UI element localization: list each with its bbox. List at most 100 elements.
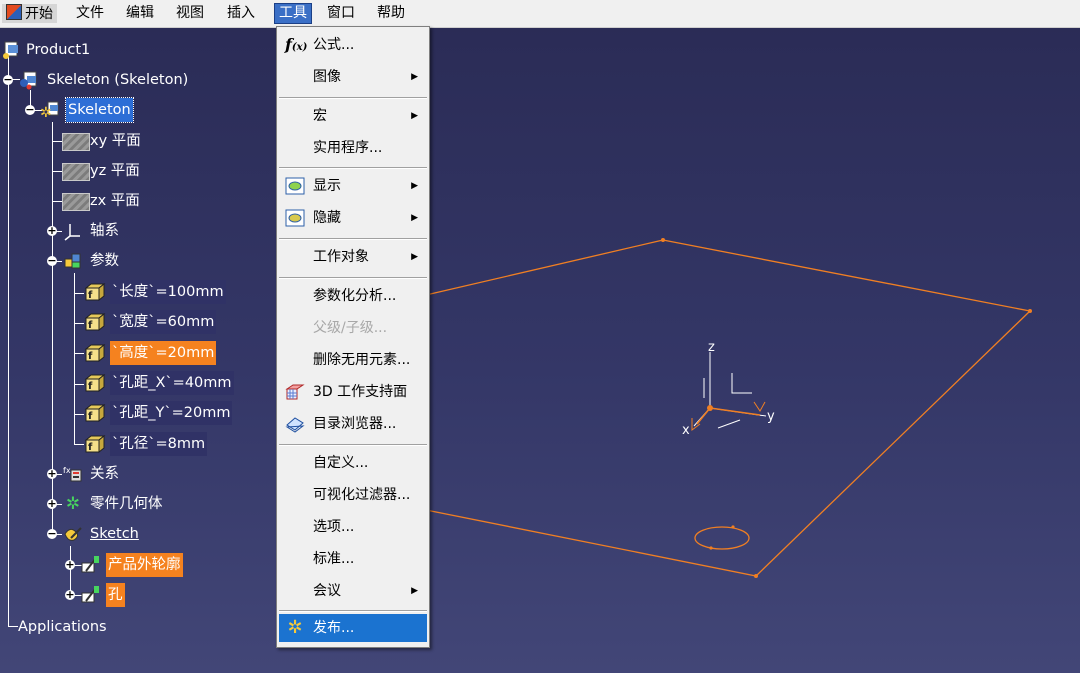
svg-text:✲: ✲ [40, 105, 52, 120]
svg-text:f: f [88, 442, 93, 453]
menu-item-standards[interactable]: 标准... [279, 545, 427, 573]
menu-item-catalog-browser[interactable]: 目录浏览器... [279, 410, 427, 438]
param-height-label: `高度`=20mm [110, 341, 217, 365]
param-hole-x-label: `孔距_X`=40mm [110, 371, 234, 395]
sketch-label: Sketch [90, 526, 139, 542]
publish-gear-icon: ✲ [287, 617, 303, 638]
menu-item-formula[interactable]: f(x) 公式... [279, 31, 427, 59]
hole-label: 孔 [106, 583, 125, 607]
collapse-toggle[interactable]: − [47, 255, 57, 266]
expand-toggle[interactable]: + [65, 589, 75, 600]
parameters-label: 参数 [90, 253, 119, 269]
menu-item-delete-useless[interactable]: 删除无用元素... [279, 346, 427, 374]
parameter-box-icon: f [84, 343, 106, 363]
parameter-box-icon: f [84, 312, 106, 332]
axis-z-label: z [708, 340, 715, 355]
product-outline-label: 产品外轮廓 [106, 553, 183, 577]
menu-bar: 开始 文件 编辑 视图 插入 工具 窗口 帮助 [0, 0, 1080, 28]
plane-icon [62, 133, 90, 151]
hide-icon [285, 209, 305, 227]
submenu-arrow-icon: ▶ [411, 252, 418, 262]
menu-item-work-object[interactable]: 工作对象 ▶ [279, 243, 427, 271]
axis-y-label: y [767, 409, 775, 424]
menu-item-visual-filter[interactable]: 可视化过滤器... [279, 481, 427, 509]
svg-text:f: f [88, 381, 93, 392]
applications-label: Applications [18, 619, 107, 635]
menu-view[interactable]: 视图 [172, 4, 208, 23]
menu-item-macro[interactable]: 宏 ▶ [279, 102, 427, 130]
start-logo-icon [6, 4, 22, 20]
collapse-toggle[interactable]: − [3, 74, 13, 85]
svg-text:f: f [88, 411, 93, 422]
parameter-box-icon: f [84, 434, 106, 454]
expand-toggle[interactable]: + [47, 225, 57, 236]
grid-icon [285, 384, 305, 400]
relations-icon: fx [63, 466, 82, 482]
menu-item-publish[interactable]: ✲ 发布... [279, 614, 427, 642]
specification-tree[interactable]: Product1 − Skeleton (Skeleton) − ✲ Skele… [0, 28, 280, 668]
outline-edge-hidden [425, 239, 664, 296]
submenu-arrow-icon: ▶ [411, 72, 418, 82]
expand-toggle[interactable]: + [47, 468, 57, 479]
menu-item-param-analysis[interactable]: 参数化分析... [279, 282, 427, 310]
axis-system-label: 轴系 [90, 223, 119, 239]
yz-plane-label: yz 平面 [90, 163, 140, 179]
sketch-icon [64, 527, 82, 541]
product-icon [3, 41, 18, 59]
submenu-arrow-icon: ▶ [411, 213, 418, 223]
parameter-box-icon: f [84, 403, 106, 423]
part-body-label: 零件几何体 [90, 496, 163, 512]
submenu-arrow-icon: ▶ [411, 181, 418, 191]
param-hole-diameter-label: `孔径`=8mm [110, 432, 208, 456]
menu-item-hide[interactable]: 隐藏 ▶ [279, 204, 427, 232]
menu-tools[interactable]: 工具 [274, 3, 312, 24]
svg-text:fx: fx [63, 466, 71, 475]
menu-file[interactable]: 文件 [72, 4, 108, 23]
part-body-gear-icon: ✲ [65, 494, 81, 514]
svg-text:f: f [88, 320, 93, 331]
plane-icon [62, 193, 90, 211]
collapse-toggle[interactable]: − [25, 104, 35, 115]
menu-start-label: 开始 [25, 6, 53, 22]
skeleton-root-label: Skeleton (Skeleton) [47, 72, 189, 88]
parameter-box-icon: f [84, 373, 106, 393]
sketch-element-icon [81, 586, 99, 603]
menu-item-3d-support[interactable]: 3D 工作支持面 [279, 378, 427, 406]
xy-plane-label: xy 平面 [90, 133, 141, 149]
menu-help[interactable]: 帮助 [373, 4, 409, 23]
axis-system-icon [64, 224, 80, 241]
menu-edit[interactable]: 编辑 [122, 4, 158, 23]
parameter-box-icon: f [84, 282, 106, 302]
outline-rectangle [425, 239, 1032, 577]
sketch-element-icon [81, 556, 99, 573]
tools-menu: f(x) 公式... 图像 ▶ 宏 ▶ 实用程序... 显示 ▶ 隐藏 ▶ 工作… [276, 26, 430, 648]
component-icon [20, 71, 37, 90]
menu-item-image[interactable]: 图像 ▶ [279, 63, 427, 91]
menu-item-customize[interactable]: 自定义... [279, 449, 427, 477]
svg-text:f: f [88, 290, 93, 301]
menu-window[interactable]: 窗口 [323, 4, 359, 23]
menu-item-utility[interactable]: 实用程序... [279, 134, 427, 162]
expand-toggle[interactable]: + [65, 559, 75, 570]
show-icon [285, 177, 305, 195]
tree-node-skeleton-root[interactable]: − Skeleton (Skeleton) [2, 68, 192, 92]
collapse-toggle[interactable]: − [47, 528, 57, 539]
menu-item-show[interactable]: 显示 ▶ [279, 172, 427, 200]
menu-item-conference[interactable]: 会议 ▶ [279, 577, 427, 605]
part-icon: ✲ [40, 101, 59, 120]
sketch-vertices [661, 238, 1032, 578]
menu-insert[interactable]: 插入 [223, 4, 259, 23]
axis-x-label: x [682, 423, 690, 438]
menu-start[interactable]: 开始 [2, 4, 57, 23]
param-hole-y-label: `孔距_Y`=20mm [110, 401, 233, 425]
plane-icon [62, 163, 90, 181]
relations-label: 关系 [90, 466, 119, 482]
menu-item-parent-child: 父级/子级... [313, 320, 388, 336]
expand-toggle[interactable]: + [47, 498, 57, 509]
menu-item-options[interactable]: 选项... [279, 513, 427, 541]
parameters-icon [64, 253, 81, 269]
axis-triad: z y x [682, 340, 775, 438]
sketch-profile [425, 239, 1032, 577]
skeleton-part-label: Skeleton [65, 97, 134, 123]
hole-circle [694, 526, 750, 550]
